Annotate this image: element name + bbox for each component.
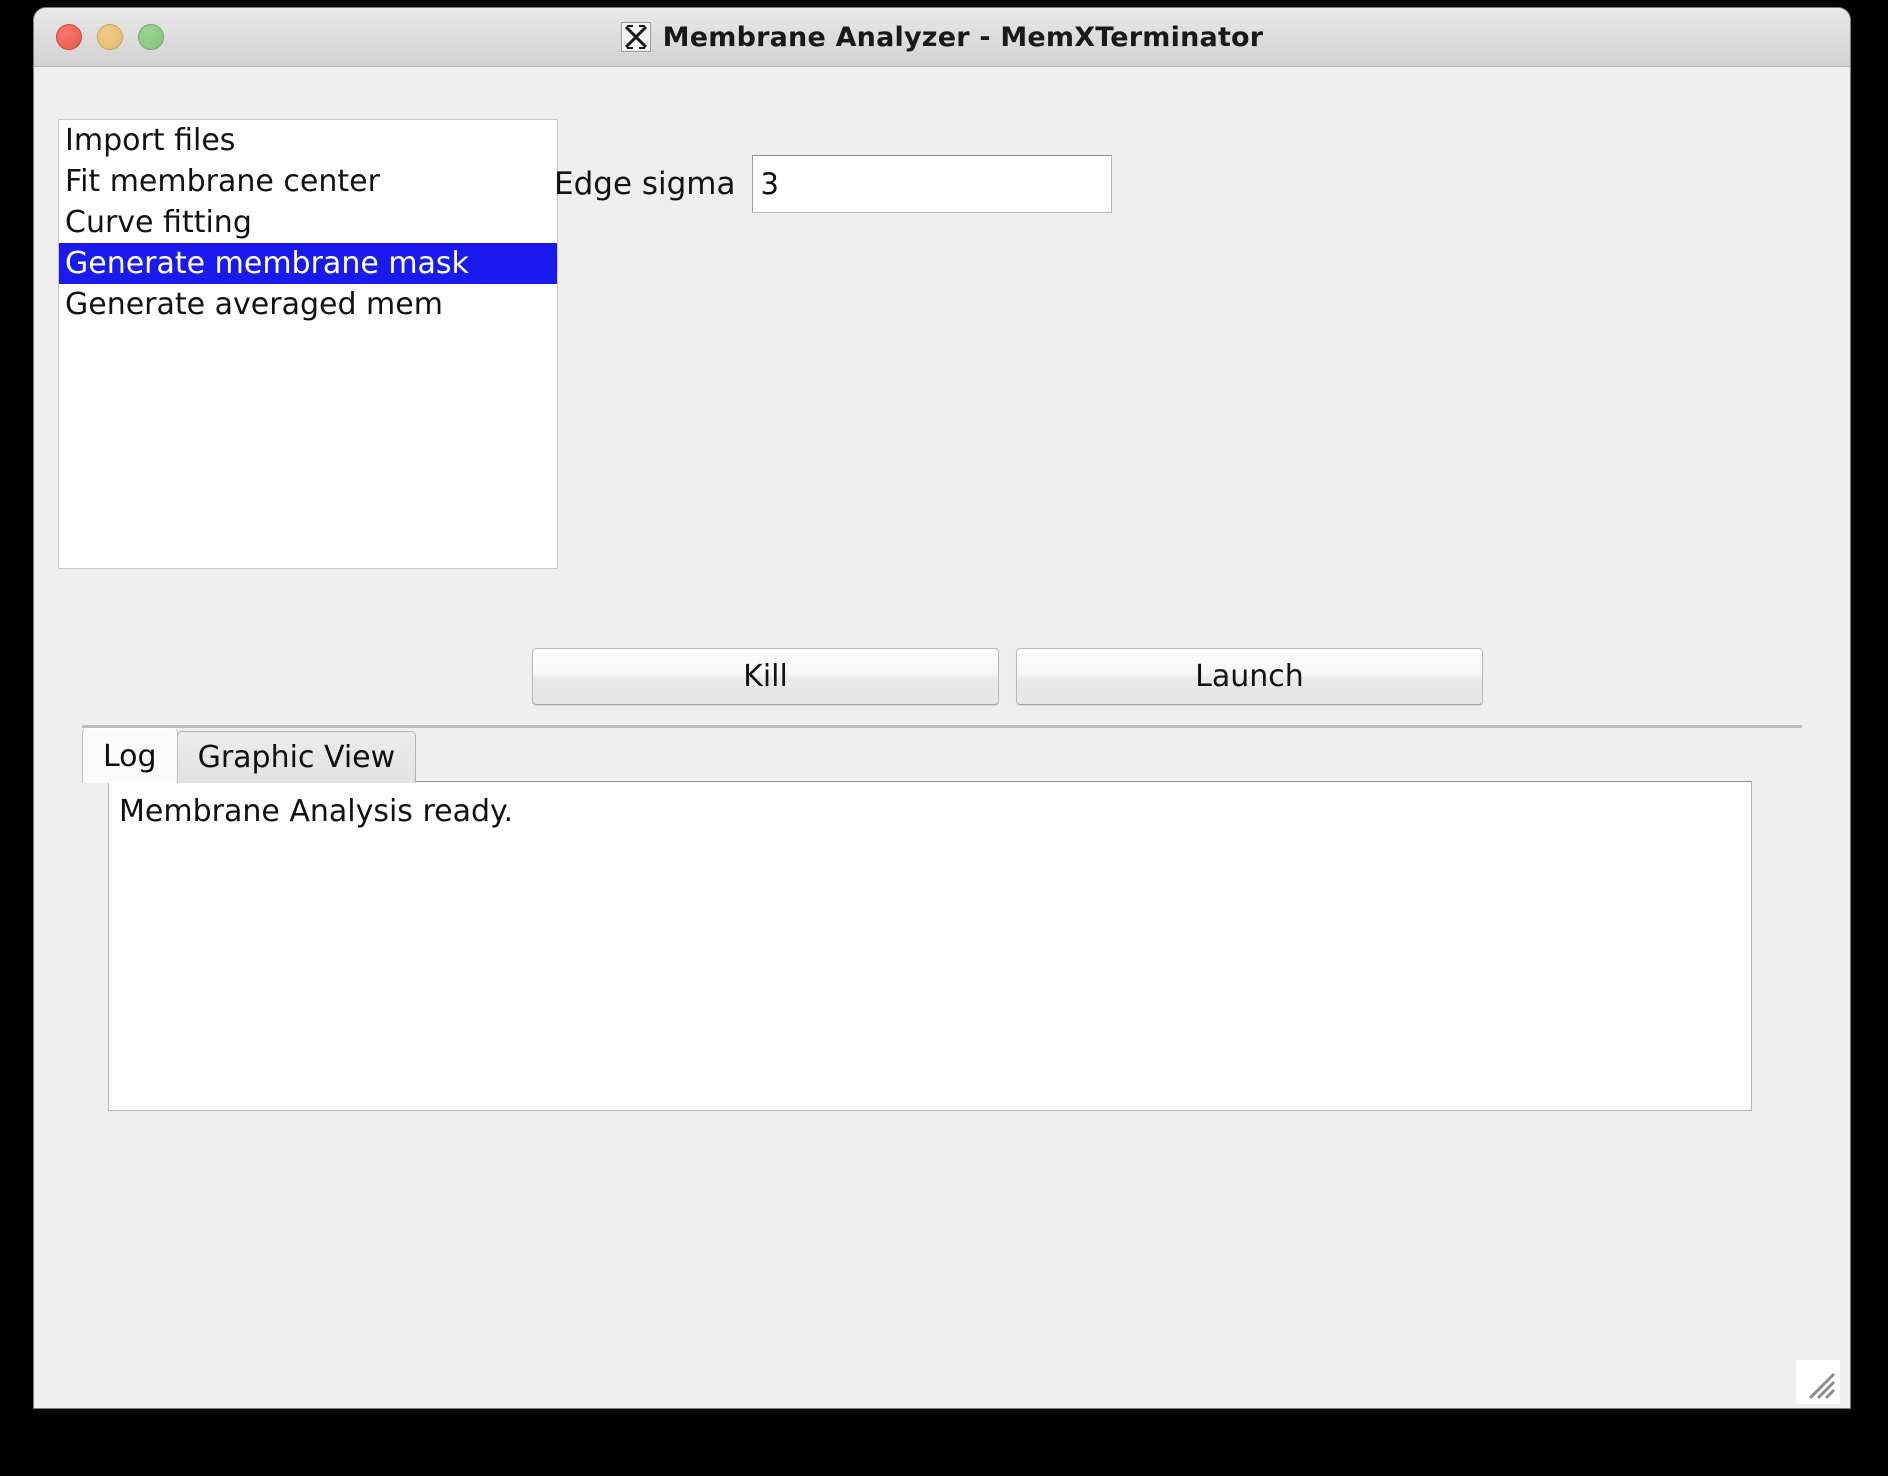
list-item-curve-fitting[interactable]: Curve fitting (59, 202, 557, 243)
window-controls (56, 24, 164, 50)
screen: Membrane Analyzer - MemXTerminator Impor… (0, 0, 1888, 1476)
output-tab-panel: Log Graphic View Membrane Analysis ready… (82, 725, 1802, 1125)
close-button[interactable] (56, 24, 82, 50)
tab-graphic-view[interactable]: Graphic View (176, 731, 417, 783)
application-window: Membrane Analyzer - MemXTerminator Impor… (34, 8, 1850, 1408)
log-line: Membrane Analysis ready. (119, 794, 514, 829)
tab-log[interactable]: Log (82, 728, 178, 783)
title-bar[interactable]: Membrane Analyzer - MemXTerminator (34, 8, 1850, 67)
list-item-generate-averaged-mem[interactable]: Generate averaged mem (59, 284, 557, 325)
window-body: Import files Fit membrane center Curve f… (34, 67, 1850, 1408)
kill-button[interactable]: Kill (532, 648, 999, 705)
edge-sigma-input[interactable] (751, 155, 1112, 213)
edge-sigma-row: Edge sigma (554, 155, 1112, 213)
action-buttons: Kill Launch (532, 648, 1483, 705)
list-item-generate-membrane-mask[interactable]: Generate membrane mask (59, 243, 557, 284)
launch-button[interactable]: Launch (1016, 648, 1483, 705)
tab-strip: Log Graphic View (82, 728, 417, 783)
list-item-fit-membrane-center[interactable]: Fit membrane center (59, 161, 557, 202)
title-container: Membrane Analyzer - MemXTerminator (34, 22, 1850, 53)
resize-grip[interactable] (1796, 1360, 1840, 1404)
maximize-button[interactable] (138, 24, 164, 50)
edge-sigma-label: Edge sigma (554, 166, 736, 202)
minimize-button[interactable] (97, 24, 123, 50)
list-item-import-files[interactable]: Import files (59, 120, 557, 161)
x-application-icon (620, 22, 651, 52)
task-list[interactable]: Import files Fit membrane center Curve f… (58, 119, 558, 569)
log-output-area[interactable]: Membrane Analysis ready. (108, 781, 1752, 1111)
window-title: Membrane Analyzer - MemXTerminator (662, 21, 1264, 53)
